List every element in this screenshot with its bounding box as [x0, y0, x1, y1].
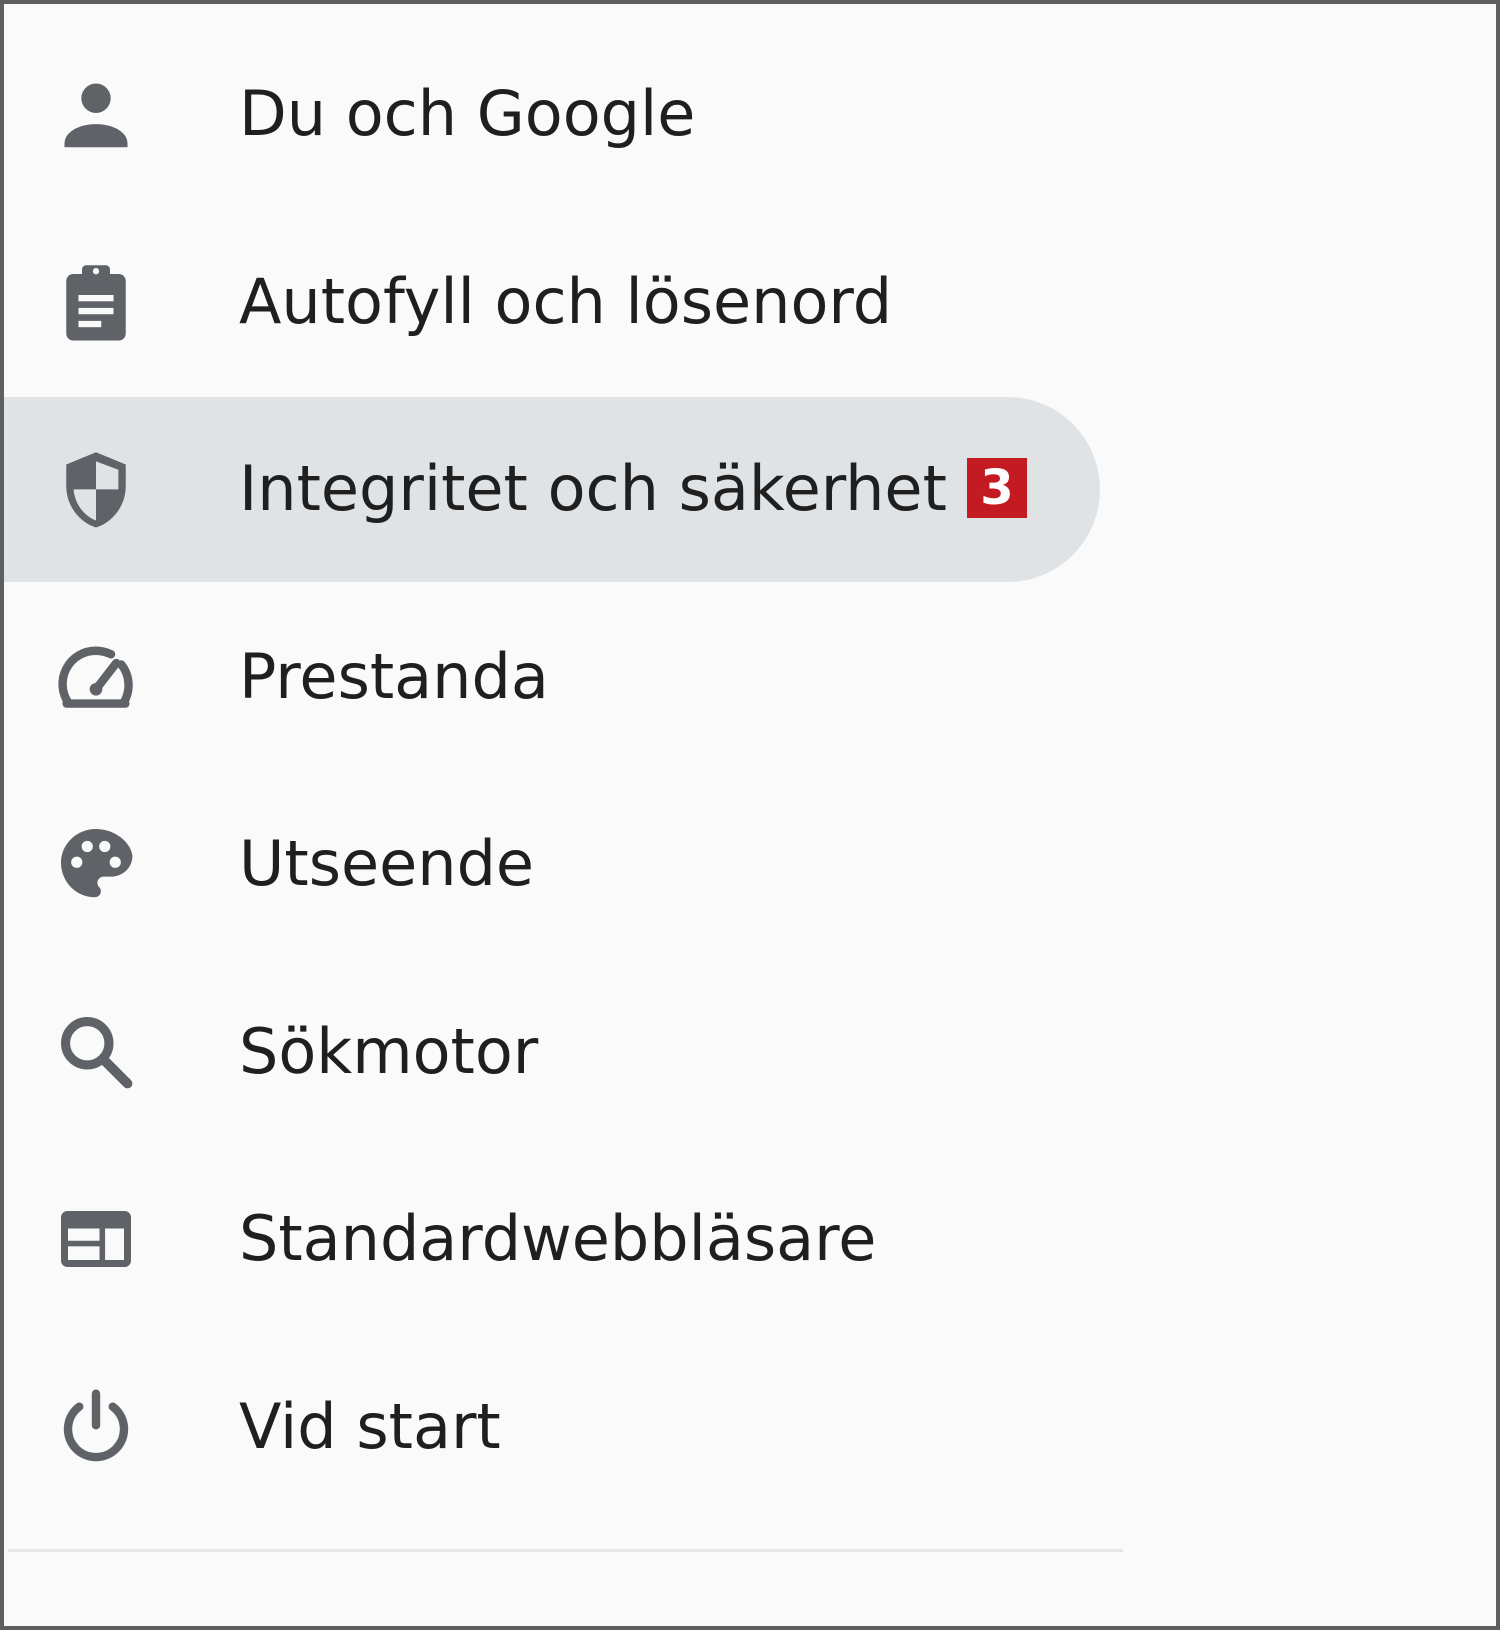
nav-item-label: Integritet och säkerhet 3	[239, 441, 1027, 537]
settings-nav-menu: Du och Google Autofyll och lösenord Inte…	[4, 20, 1100, 1521]
speedometer-icon	[54, 635, 138, 719]
clipboard-icon	[54, 260, 138, 344]
nav-item-you-and-google[interactable]: Du och Google	[8, 20, 1098, 208]
nav-item-on-startup[interactable]: Vid start	[8, 1333, 1098, 1521]
nav-item-label: Vid start	[239, 1389, 501, 1463]
search-icon	[54, 1010, 138, 1094]
nav-item-privacy-security[interactable]: Integritet och säkerhet 3	[4, 395, 1100, 583]
section-divider	[8, 1549, 1123, 1552]
nav-item-label-text: Integritet och säkerhet	[239, 452, 947, 525]
nav-item-appearance[interactable]: Utseende	[8, 770, 1098, 958]
nav-item-default-browser[interactable]: Standardwebbläsare	[8, 1145, 1098, 1333]
nav-item-label: Autofyll och lösenord	[239, 264, 893, 338]
settings-sidebar: Du och Google Autofyll och lösenord Inte…	[0, 0, 1500, 1630]
nav-item-label: Standardwebbläsare	[239, 1202, 877, 1275]
palette-icon	[54, 822, 138, 906]
nav-item-label: Du och Google	[239, 77, 696, 150]
nav-item-label: Utseende	[239, 827, 535, 900]
notification-badge: 3	[966, 457, 1027, 518]
power-icon	[54, 1385, 138, 1469]
nav-item-search-engine[interactable]: Sökmotor	[8, 958, 1098, 1146]
nav-item-autofill-passwords[interactable]: Autofyll och lösenord	[8, 208, 1098, 396]
browser-window-icon	[54, 1197, 138, 1281]
person-icon	[54, 72, 138, 156]
nav-item-label: Prestanda	[239, 639, 549, 713]
nav-item-label: Sökmotor	[239, 1014, 539, 1088]
nav-item-performance[interactable]: Prestanda	[8, 583, 1098, 771]
shield-icon	[54, 447, 138, 531]
